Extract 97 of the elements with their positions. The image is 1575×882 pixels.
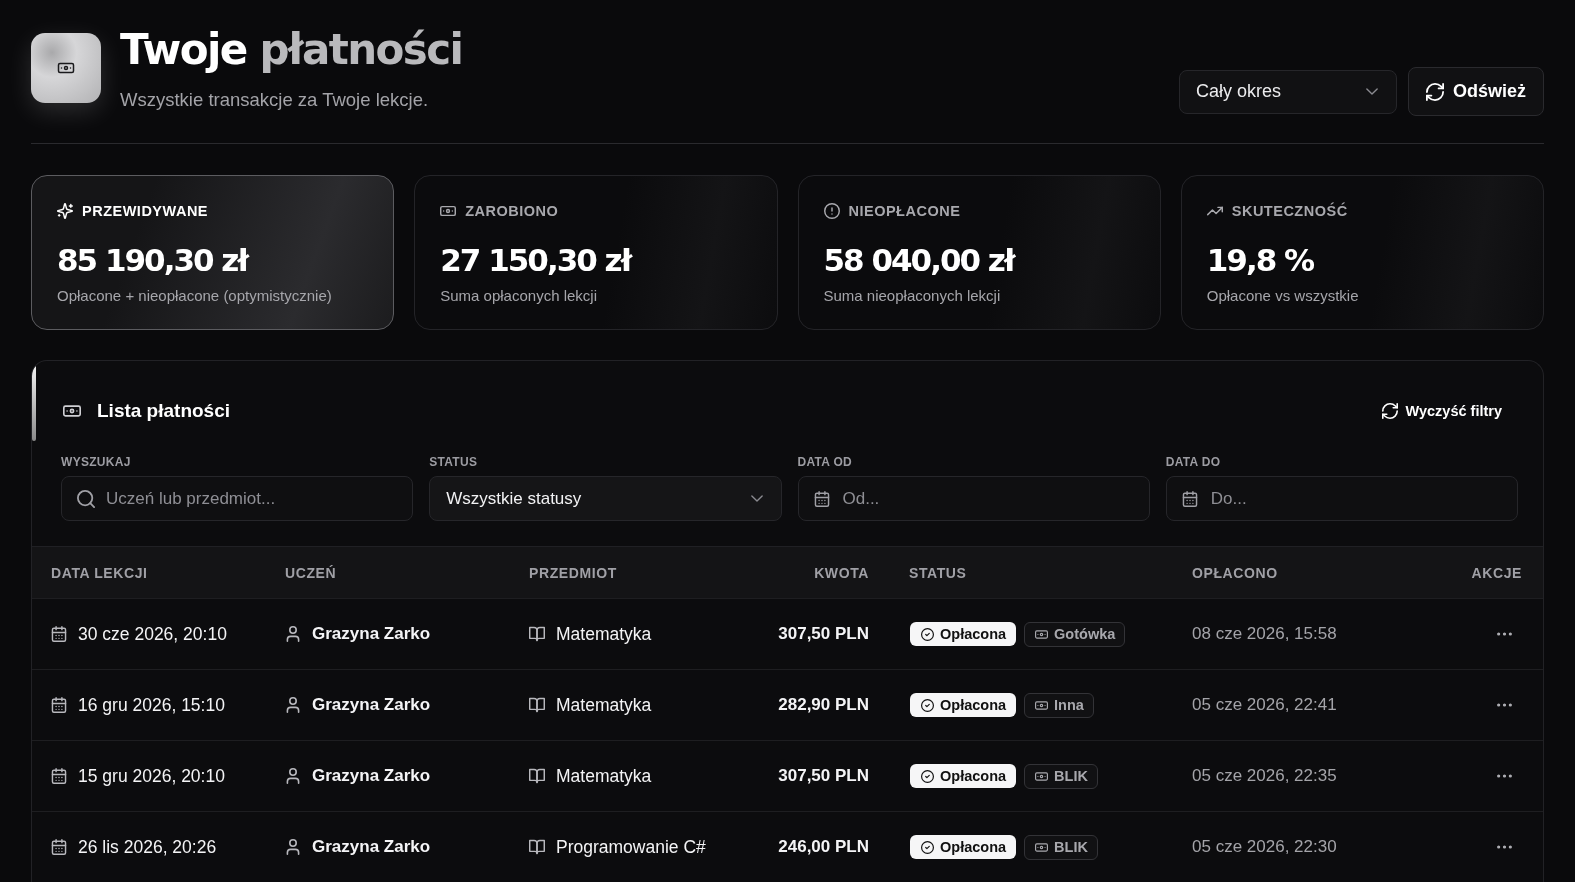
book-icon [529,626,545,642]
check-circle-icon [921,840,934,854]
banknote-icon [1035,840,1049,854]
lesson-date: 30 cze 2026, 20:10 [78,623,227,645]
banknote-icon [1035,627,1049,641]
stat-value: 19,8 % [1206,241,1315,280]
payment-method-text: BLIK [1054,839,1088,855]
chevron-down-icon [1366,88,1378,95]
banknote-icon [31,33,101,103]
column-header: DATA LEKCJI [51,564,149,581]
refresh-icon [1381,403,1398,419]
stat-caption: Opłacone vs wszystkie [1206,286,1360,306]
status-text: Opłacona [940,626,1007,642]
lesson-date: 16 gru 2026, 15:10 [78,694,225,716]
person-icon [285,768,301,784]
amount: 307,50 PLN [778,624,869,644]
calendar-icon [51,839,67,855]
filter-label: DATA OD [797,455,854,469]
banknote-icon [1035,698,1049,712]
date-field[interactable]: Od... [797,476,1150,521]
column-header: STATUS [908,564,968,581]
filter-label: WYSZUKAJ [61,455,132,469]
banknote-icon [63,402,81,420]
stat-label: ZAROBIONO [465,202,559,220]
stat-caption: Opłacone + nieopłacone (optymistycznie) [57,286,333,306]
payment-method-text: Gotówka [1054,626,1116,642]
more-icon [1497,774,1512,778]
status-text: Opłacona [940,768,1007,784]
calendar-icon [51,768,67,784]
student-name: Grazyna Zarko [312,695,431,715]
column-header: PRZEDMIOT [529,564,618,581]
subject-name: Matematyka [556,694,652,716]
check-circle-icon [921,769,934,783]
alert-circle-icon [823,203,840,219]
subject-name: Programowanie C# [556,836,706,858]
refresh-icon [1426,82,1444,101]
status-text: Opłacona [940,839,1007,855]
payment-method-text: BLIK [1054,768,1088,784]
calendar-icon [51,626,67,642]
person-icon [285,626,301,642]
book-icon [529,697,545,713]
column-header: UCZEŃ [285,564,338,581]
status-select[interactable]: Wszystkie statusy [429,476,782,521]
more-icon [1497,845,1512,849]
stat-value: 27 150,30 zł [440,241,633,280]
stat-caption: Suma opłaconych lekcji [440,286,598,306]
person-icon [285,697,301,713]
payment-method-text: Inna [1054,697,1084,713]
filter-label: STATUS [429,455,479,469]
stat-label: PRZEWIDYWANE [82,202,209,220]
status-text: Opłacona [940,697,1007,713]
stat-label: SKUTECZNOŚĆ [1231,202,1348,220]
search-icon [77,489,95,508]
column-header: AKCJE [1470,564,1522,581]
panel-title: Lista płatności [97,399,231,423]
student-name: Grazyna Zarko [312,624,431,644]
filter-label: DATA DO [1165,455,1222,469]
check-circle-icon [921,698,934,712]
stat-label: NIEOPŁACONE [848,202,961,220]
clear-filters-button[interactable]: Wyczyść filtry [1381,399,1502,423]
banknote-icon [1035,769,1049,783]
stat-value: 85 190,30 zł [57,241,250,280]
subject-name: Matematyka [556,623,652,645]
refresh-button[interactable]: Odśwież [1408,67,1544,116]
search-field[interactable]: Uczeń lub przedmiot... [61,476,414,521]
paid-date: 08 cze 2026, 15:58 [1192,624,1337,644]
date-field[interactable]: Do... [1165,476,1518,521]
banknote-icon [440,203,457,219]
person-icon [285,839,301,855]
calendar-icon [51,697,67,713]
student-name: Grazyna Zarko [312,837,431,857]
amount: 246,00 PLN [778,837,869,857]
page-subtitle: Wszystkie transakcje za Twoje lekcje. [120,88,430,112]
chevron-down-icon [750,495,763,502]
sparkles-icon [57,203,73,219]
calendar-icon [1181,490,1198,507]
column-header: OPŁACONO [1192,564,1279,581]
more-icon [1497,703,1512,707]
subject-name: Matematyka [556,765,652,787]
paid-date: 05 cze 2026, 22:35 [1192,766,1337,786]
paid-date: 05 cze 2026, 22:30 [1192,837,1337,857]
book-icon [529,839,545,855]
paid-date: 05 cze 2026, 22:41 [1192,695,1337,715]
stat-value: 58 040,00 zł [823,241,1016,280]
student-name: Grazyna Zarko [312,766,431,786]
page-title: Twoje płatności [120,26,463,74]
lesson-date: 26 lis 2026, 20:26 [78,836,217,858]
amount: 307,50 PLN [778,766,869,786]
book-icon [529,768,545,784]
calendar-icon [813,490,830,507]
more-icon [1497,632,1512,636]
stat-caption: Suma nieopłaconych lekcji [823,286,1002,306]
period-select[interactable]: Cały okres [1179,69,1397,114]
column-header: KWOTA [813,564,869,581]
amount: 282,90 PLN [778,695,869,715]
lesson-date: 15 gru 2026, 20:10 [78,765,225,787]
check-circle-icon [921,627,934,641]
